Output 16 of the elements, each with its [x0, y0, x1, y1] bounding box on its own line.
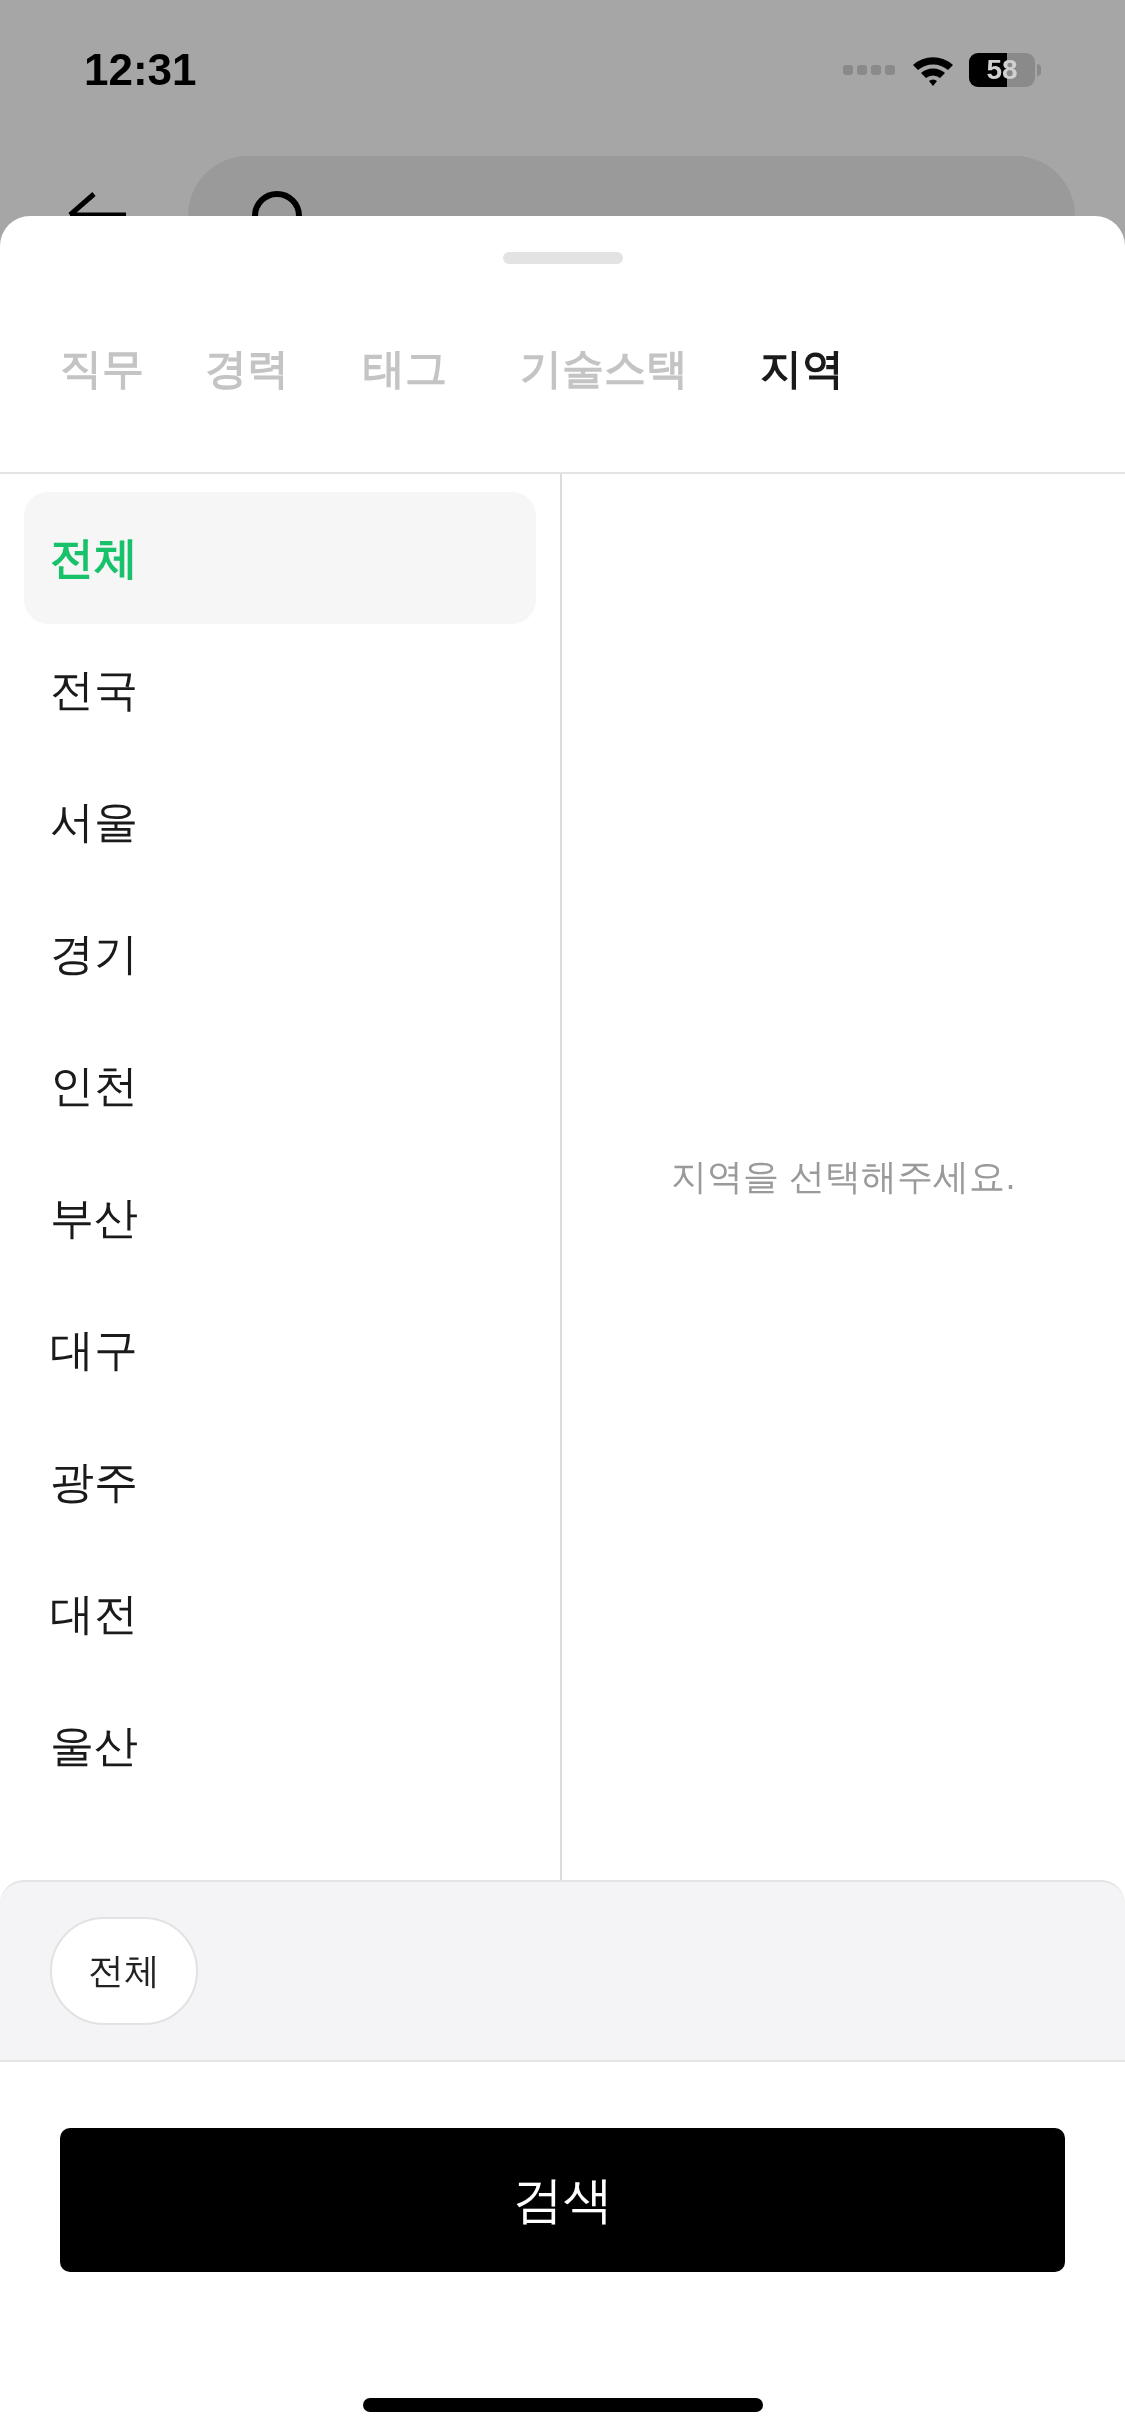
status-time: 12:31 [84, 44, 197, 96]
region-item[interactable]: 인천 [24, 1020, 536, 1152]
empty-state-message: 지역을 선택해주세요. [671, 1155, 1016, 1199]
filter-tab[interactable]: 지역 [760, 336, 844, 400]
region-item[interactable]: 경기 [24, 888, 536, 1020]
region-item[interactable]: 부산 [24, 1152, 536, 1284]
region-item[interactable]: 전국 [24, 624, 536, 756]
search-button[interactable]: 검색 [60, 2128, 1065, 2272]
region-item[interactable]: 울산 [24, 1680, 536, 1812]
region-item[interactable]: 대구 [24, 1284, 536, 1416]
selected-chip[interactable]: 전체 [50, 1917, 198, 2025]
region-item[interactable]: 광주 [24, 1416, 536, 1548]
region-item[interactable]: 서울 [24, 756, 536, 888]
region-item[interactable]: 대전 [24, 1548, 536, 1680]
signal-icon [843, 63, 897, 77]
drag-handle[interactable] [502, 252, 623, 264]
